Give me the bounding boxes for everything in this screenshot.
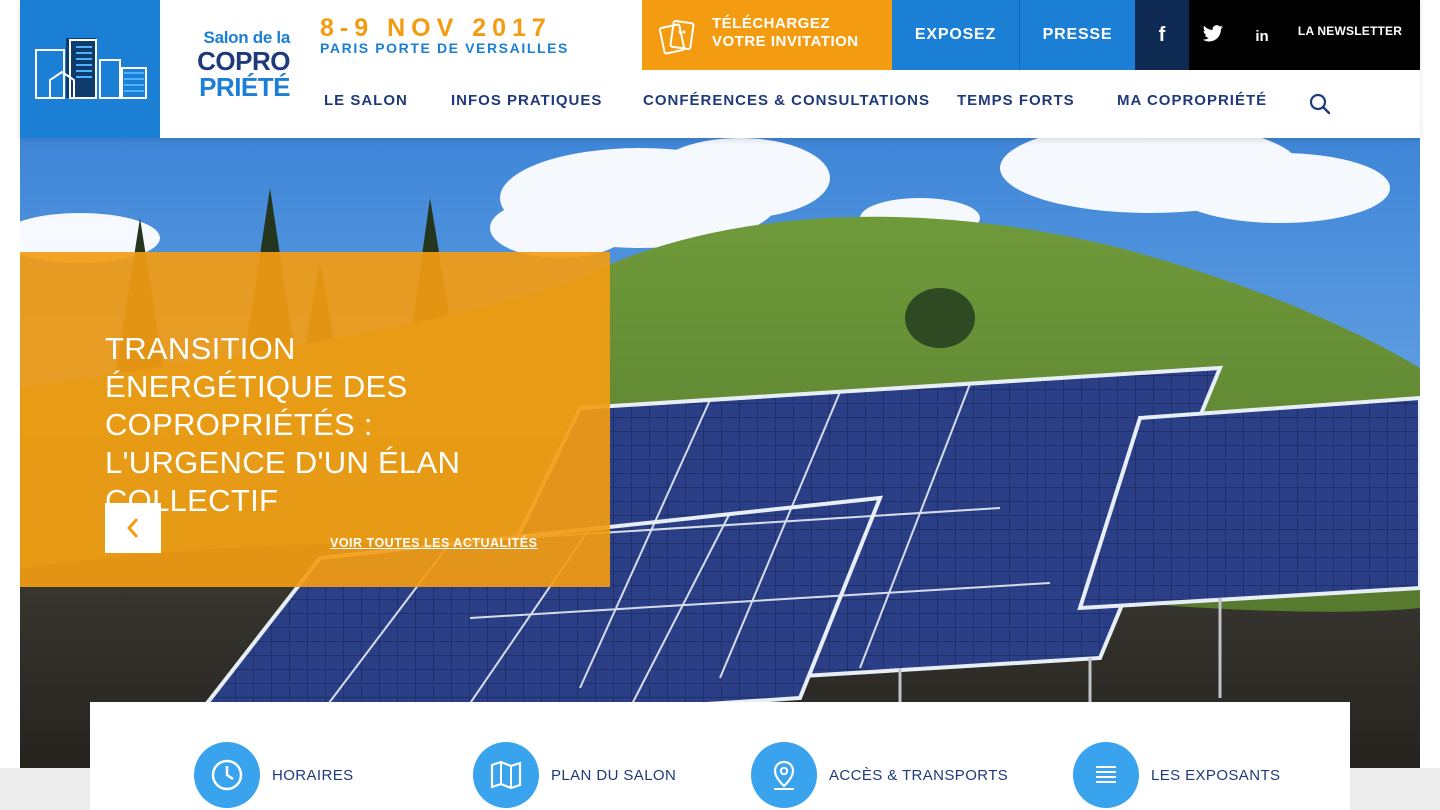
quick-link-label: ACCÈS & TRANSPORTS [829,766,1009,784]
event-place: PARIS PORTE DE VERSAILLES [320,40,569,56]
nav-le-salon[interactable]: LE SALON [324,92,408,109]
facebook-icon[interactable]: f [1135,0,1189,70]
location-pin-icon [751,742,817,808]
nav-conferences[interactable]: CONFÉRENCES & CONSULTATIONS [643,92,930,109]
news-card: TRANSITION ÉNERGÉTIQUE DES COPROPRIÉTÉS … [20,252,610,587]
previous-slide-button[interactable] [105,503,161,553]
logo-line-2: COPRO [197,46,290,76]
buildings-logo-icon [35,38,147,99]
ticket-icon [658,19,695,55]
linkedin-icon[interactable]: in [1248,22,1276,50]
newsletter-link[interactable]: LA NEWSLETTER [1290,24,1410,38]
event-dates: 8-9 NOV 2017 [320,14,552,42]
all-news-link[interactable]: VOIR TOUTES LES ACTUALITÉS [330,536,537,550]
quick-link-label: HORAIRES [272,766,354,784]
clock-icon [194,742,260,808]
hero-banner: TRANSITION ÉNERGÉTIQUE DES COPROPRIÉTÉS … [20,138,1420,768]
download-invitation-button[interactable]: TÉLÉCHARGEZ VOTRE INVITATION [642,0,892,70]
quick-link-exposants[interactable]: LES EXPOSANTS [1073,742,1280,808]
quick-links-bar: HORAIRES PLAN DU SALON ACCÈS & TRANSPORT… [90,702,1350,810]
logo-link[interactable] [20,0,160,138]
nav-infos-pratiques[interactable]: INFOS PRATIQUES [451,92,602,109]
nav-ma-copropriete[interactable]: MA COPROPRIÉTÉ [1117,92,1267,109]
presse-button[interactable]: PRESSE [1020,0,1135,70]
site-header: Salon de la COPRO PRIÉTÉ 8-9 NOV 2017 PA… [20,0,1420,138]
twitter-icon[interactable] [1199,20,1227,48]
quick-link-label: PLAN DU SALON [551,766,677,784]
logo-wordmark[interactable]: Salon de la COPRO PRIÉTÉ [180,28,290,100]
nav-temps-forts[interactable]: TEMPS FORTS [957,92,1075,109]
chevron-left-icon [126,518,139,538]
logo-line-3: PRIÉTÉ [199,72,290,102]
logo-line-1: Salon de la [203,28,291,47]
quick-link-acces[interactable]: ACCÈS & TRANSPORTS [751,742,1008,808]
list-icon [1073,742,1139,808]
exposez-button[interactable]: EXPOSEZ [892,0,1019,70]
invite-label-line-2: VOTRE INVITATION [712,33,859,50]
invite-label-line-1: TÉLÉCHARGEZ [712,15,830,32]
map-icon [473,742,539,808]
search-icon[interactable] [1308,92,1332,116]
quick-link-horaires[interactable]: HORAIRES [194,742,354,808]
quick-link-plan[interactable]: PLAN DU SALON [473,742,676,808]
site-wrapper: Salon de la COPRO PRIÉTÉ 8-9 NOV 2017 PA… [20,0,1420,810]
news-title[interactable]: TRANSITION ÉNERGÉTIQUE DES COPROPRIÉTÉS … [105,330,525,520]
quick-link-label: LES EXPOSANTS [1151,766,1281,784]
